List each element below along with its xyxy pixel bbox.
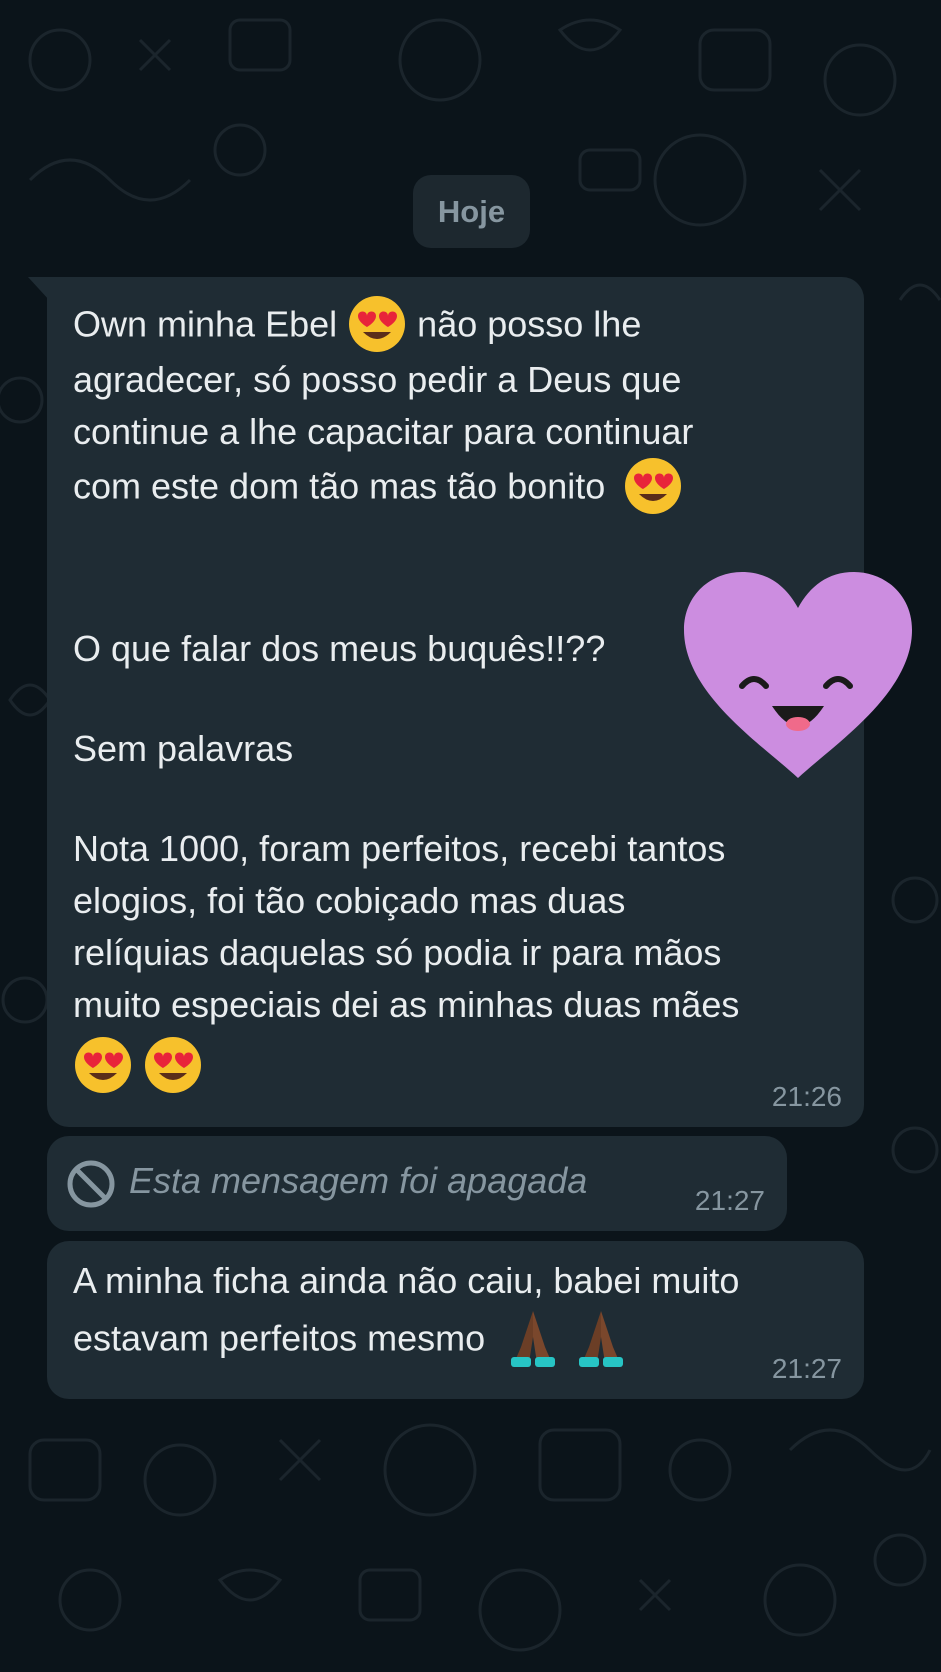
message-line: O que falar dos meus buquês!!?? bbox=[73, 628, 606, 669]
message-time: 21:27 bbox=[771, 1353, 842, 1384]
message-line: relíquias daquelas só podia ir para mãos bbox=[73, 932, 722, 973]
block-icon bbox=[67, 1160, 115, 1208]
incoming-message[interactable]: A minha ficha ainda não caiu, babei muit… bbox=[47, 1241, 864, 1399]
message-line: estavam perfeitos mesmo bbox=[73, 1311, 627, 1369]
folded-hands-emoji bbox=[579, 1311, 624, 1367]
message-text: com este dom tão mas tão bonito bbox=[73, 465, 606, 507]
message-line: Sem palavras bbox=[73, 728, 294, 769]
message-line: elogios, foi tão cobiçado mas duas bbox=[73, 880, 626, 921]
message-line: Nota 1000, foram perfeitos, recebi tanto… bbox=[73, 828, 726, 869]
message-line bbox=[73, 1037, 203, 1095]
heart-eyes-emoji bbox=[349, 296, 406, 352]
message-line: agradecer, só posso pedir a Deus que bbox=[73, 359, 682, 400]
message-line: continue a lhe capacitar para continuar bbox=[73, 411, 694, 452]
message-line: Own minha Ebel não posso lhe bbox=[73, 296, 642, 354]
folded-hands-emoji bbox=[511, 1311, 556, 1367]
message-line: A minha ficha ainda não caiu, babei muit… bbox=[73, 1260, 740, 1301]
message-line: muito especiais dei as minhas duas mães bbox=[73, 984, 740, 1025]
heart-eyes-emoji bbox=[625, 458, 682, 514]
message-line: com este dom tão mas tão bonito bbox=[73, 458, 683, 516]
message-text: estavam perfeitos mesmo bbox=[73, 1317, 486, 1359]
deleted-message[interactable]: Esta mensagem foi apagada 21:27 bbox=[47, 1136, 787, 1231]
message-time: 21:27 bbox=[694, 1185, 765, 1216]
message-text: Own minha Ebel bbox=[73, 303, 338, 345]
message-time: 21:26 bbox=[771, 1081, 842, 1112]
heart-eyes-emoji bbox=[75, 1037, 131, 1093]
smiling-heart-sticker bbox=[684, 572, 912, 778]
date-divider: Hoje bbox=[413, 175, 530, 248]
deleted-label: Esta mensagem foi apagada bbox=[129, 1160, 588, 1201]
message-text: não posso lhe bbox=[417, 303, 642, 345]
heart-eyes-emoji bbox=[145, 1037, 202, 1093]
